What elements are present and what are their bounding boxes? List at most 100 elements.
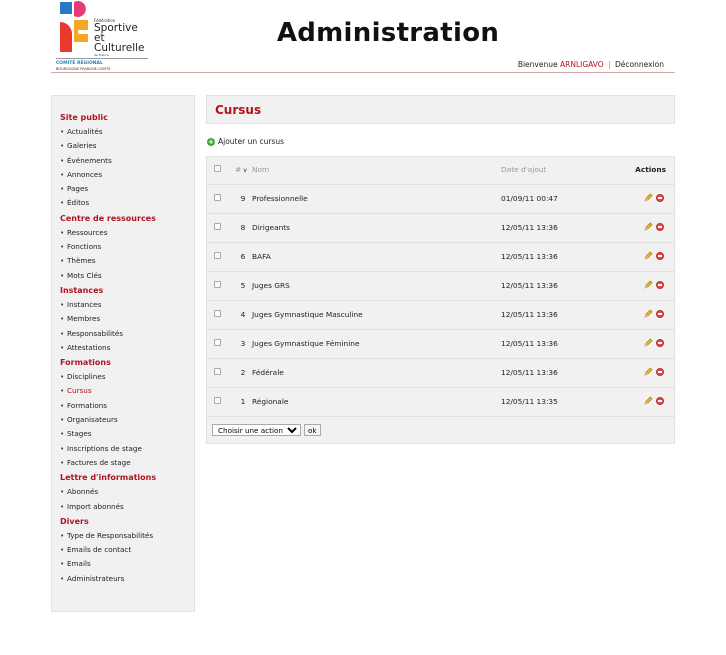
sidebar-item-emails[interactable]: Emails <box>60 557 194 572</box>
sidebar-item-import-abonnes[interactable]: Import abonnés <box>60 500 194 515</box>
column-id-header[interactable]: # v <box>231 165 251 174</box>
separator: | <box>608 60 611 69</box>
sidebar-item-attestations[interactable]: Attestations <box>60 341 194 356</box>
table-header: # v Nom Date d'ajout Actions <box>207 157 674 185</box>
sidebar-item-mots-cles[interactable]: Mots Clés <box>60 269 194 284</box>
table-row: 1 Régionale 12/05/11 13:35 <box>207 388 674 417</box>
bulk-actions: Choisir une action ok <box>212 424 321 436</box>
row-date: 12/05/11 13:36 <box>501 281 558 290</box>
column-name-header[interactable]: Nom <box>252 165 269 174</box>
delete-icon[interactable] <box>656 193 664 202</box>
row-name: Régionale <box>252 397 289 406</box>
row-id: 6 <box>240 252 246 261</box>
row-checkbox[interactable] <box>214 223 221 230</box>
page-title: Administration <box>276 18 500 48</box>
row-date: 12/05/11 13:36 <box>501 252 558 261</box>
row-checkbox[interactable] <box>214 339 221 346</box>
sidebar-item-instances[interactable]: Instances <box>60 298 194 313</box>
row-name: Fédérale <box>252 368 284 377</box>
edit-pencil-icon[interactable] <box>644 280 653 289</box>
sidebar-item-galeries[interactable]: Galeries <box>60 139 194 154</box>
sidebar-item-fonctions[interactable]: Fonctions <box>60 240 194 255</box>
sidebar-item-responsabilites[interactable]: Responsabilités <box>60 327 194 342</box>
sidebar-item-type-responsabilites[interactable]: Type de Responsabilités <box>60 529 194 544</box>
edit-pencil-icon[interactable] <box>644 222 653 231</box>
row-date: 01/09/11 00:47 <box>501 194 558 203</box>
sidebar-item-cursus[interactable]: Cursus <box>60 384 194 399</box>
bulk-action-select[interactable]: Choisir une action <box>212 424 301 436</box>
edit-pencil-icon[interactable] <box>644 338 653 347</box>
table-row: 4 Juges Gymnastique Masculine 12/05/11 1… <box>207 301 674 330</box>
row-checkbox[interactable] <box>214 194 221 201</box>
sidebar-item-editos[interactable]: Éditos <box>60 196 194 211</box>
sidebar-item-membres[interactable]: Membres <box>60 312 194 327</box>
sidebar-item-inscriptions-stage[interactable]: Inscriptions de stage <box>60 442 194 457</box>
row-checkbox[interactable] <box>214 281 221 288</box>
welcome-text: Bienvenue <box>517 60 558 69</box>
row-id: 4 <box>240 310 246 319</box>
sidebar-item-formations[interactable]: Formations <box>60 399 194 414</box>
delete-icon[interactable] <box>656 251 664 260</box>
table-row: 2 Fédérale 12/05/11 13:36 <box>207 359 674 388</box>
row-date: 12/05/11 13:36 <box>501 310 558 319</box>
delete-icon[interactable] <box>656 309 664 318</box>
table-row: 5 Juges GRS 12/05/11 13:36 <box>207 272 674 301</box>
add-icon: + <box>207 137 215 146</box>
sidebar-item-annonces[interactable]: Annonces <box>60 168 194 183</box>
logout-link[interactable]: Déconnexion <box>615 60 664 69</box>
edit-pencil-icon[interactable] <box>644 396 653 405</box>
select-all-checkbox[interactable] <box>214 165 221 172</box>
edit-pencil-icon[interactable] <box>644 193 653 202</box>
edit-pencil-icon[interactable] <box>644 251 653 260</box>
delete-icon[interactable] <box>656 222 664 231</box>
sort-arrow-icon: v <box>243 167 247 174</box>
row-name: Juges Gymnastique Féminine <box>252 339 360 348</box>
row-id: 5 <box>240 281 246 290</box>
user-bar: Bienvenue ARNLIGAVO | Déconnexion <box>518 60 664 69</box>
row-checkbox[interactable] <box>214 252 221 259</box>
edit-pencil-icon[interactable] <box>644 309 653 318</box>
delete-icon[interactable] <box>656 280 664 289</box>
bulk-ok-button[interactable]: ok <box>304 424 321 436</box>
sidebar-section-instances[interactable]: Instances <box>60 284 194 298</box>
row-id: 2 <box>240 368 246 377</box>
delete-icon[interactable] <box>656 367 664 376</box>
username-link[interactable]: ARNLIGAVO <box>560 60 604 69</box>
delete-icon[interactable] <box>656 396 664 405</box>
sidebar-item-emails-contact[interactable]: Emails de contact <box>60 543 194 558</box>
row-date: 12/05/11 13:36 <box>501 223 558 232</box>
sidebar-item-stages[interactable]: Stages <box>60 427 194 442</box>
sidebar-section-ressources[interactable]: Centre de ressources <box>60 212 194 226</box>
row-id: 8 <box>240 223 246 232</box>
sidebar-section-site-public[interactable]: Site public <box>60 111 194 125</box>
sidebar-item-ressources[interactable]: Ressources <box>60 226 194 241</box>
column-date-header[interactable]: Date d'ajout <box>501 165 546 174</box>
sidebar-item-themes[interactable]: Thèmes <box>60 254 194 269</box>
sidebar-section-divers[interactable]: Divers <box>60 515 194 529</box>
sidebar-item-actualites[interactable]: Actualités <box>60 125 194 140</box>
add-cursus-label: Ajouter un cursus <box>218 137 284 146</box>
column-actions-header: Actions <box>635 165 666 174</box>
sidebar-item-organisateurs[interactable]: Organisateurs <box>60 413 194 428</box>
sidebar-item-evenements[interactable]: Événements <box>60 154 194 169</box>
row-checkbox[interactable] <box>214 368 221 375</box>
delete-icon[interactable] <box>656 338 664 347</box>
row-date: 12/05/11 13:36 <box>501 339 558 348</box>
add-cursus-link[interactable]: + Ajouter un cursus <box>207 137 284 146</box>
sidebar-section-formations[interactable]: Formations <box>60 356 194 370</box>
edit-pencil-icon[interactable] <box>644 367 653 376</box>
sidebar-item-disciplines[interactable]: Disciplines <box>60 370 194 385</box>
sidebar-item-pages[interactable]: Pages <box>60 182 194 197</box>
table-row: 8 Dirigeants 12/05/11 13:36 <box>207 214 674 243</box>
row-checkbox[interactable] <box>214 397 221 404</box>
row-checkbox[interactable] <box>214 310 221 317</box>
header-divider <box>51 72 675 73</box>
sidebar-item-administrateurs[interactable]: Administrateurs <box>60 572 194 587</box>
table-row: 9 Professionnelle 01/09/11 00:47 <box>207 185 674 214</box>
section-title: Cursus <box>215 103 262 117</box>
sidebar-item-abonnes[interactable]: Abonnés <box>60 485 194 500</box>
sidebar-section-lettre[interactable]: Lettre d'informations <box>60 471 194 485</box>
logo-region: BOURGOGNE FRANCHE-COMTÉ <box>56 67 111 71</box>
sidebar-item-factures-stage[interactable]: Factures de stage <box>60 456 194 471</box>
row-name: Dirigeants <box>252 223 291 232</box>
